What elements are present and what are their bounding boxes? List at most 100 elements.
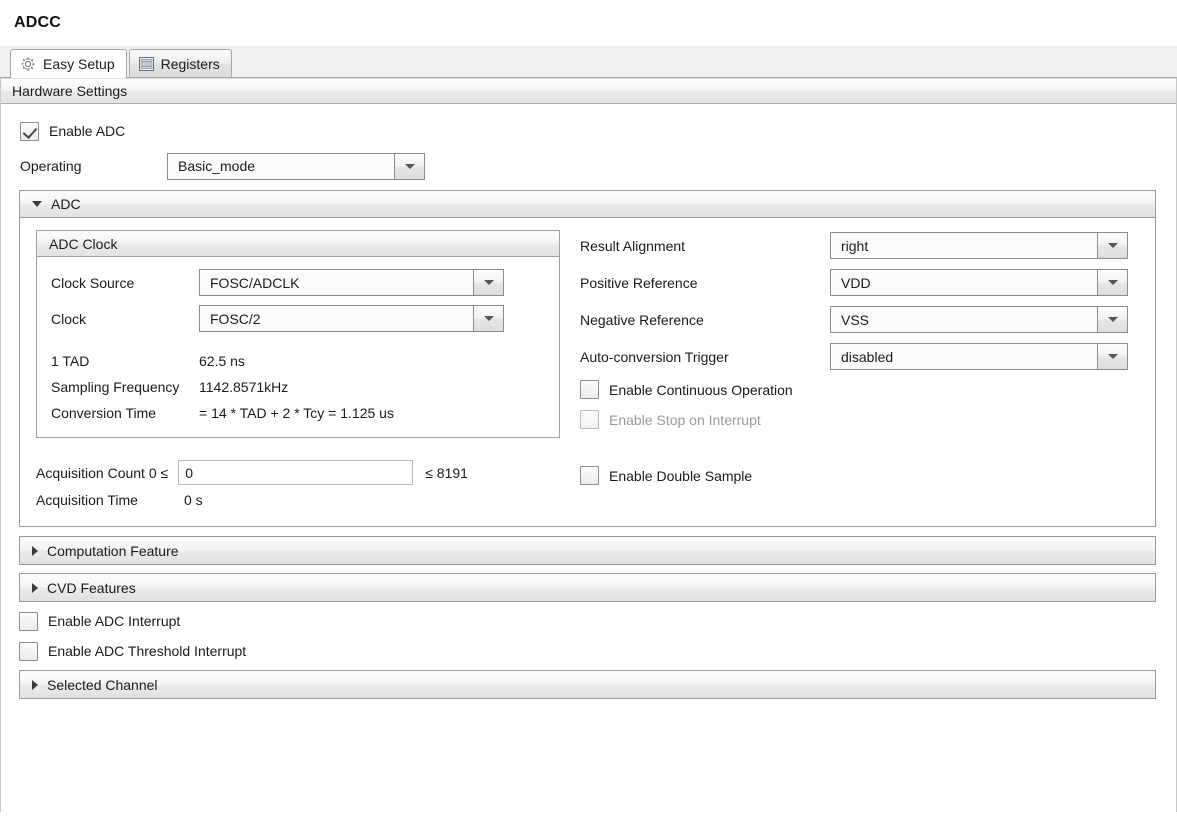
conversion-time-row: Conversion Time = 14 * TAD + 2 * Tcy = 1…: [51, 401, 545, 425]
tad-row: 1 TAD 62.5 ns: [51, 349, 545, 373]
negative-reference-row: Negative Reference VSS: [580, 306, 1141, 333]
section-adc-header[interactable]: ADC: [20, 191, 1155, 218]
chevron-down-icon[interactable]: [473, 306, 503, 331]
auto-conversion-trigger-value: disabled: [831, 344, 1097, 369]
tab-easy-setup-label: Easy Setup: [43, 56, 115, 72]
acquisition-count-row: Acquisition Count 0 ≤ ≤ 8191: [36, 460, 560, 485]
adc-right-column: Result Alignment right Positive Referenc…: [560, 230, 1141, 438]
enable-adc-threshold-interrupt-label: Enable ADC Threshold Interrupt: [48, 643, 247, 659]
section-computation-feature-header[interactable]: Computation Feature: [20, 537, 1155, 564]
auto-conversion-trigger-select[interactable]: disabled: [830, 343, 1128, 370]
auto-conversion-trigger-row: Auto-conversion Trigger disabled: [580, 343, 1141, 370]
chevron-down-icon[interactable]: [1097, 270, 1127, 295]
checkbox-box: [19, 611, 38, 631]
checkbox-box: [580, 410, 599, 429]
enable-double-sample-label: Enable Double Sample: [609, 467, 753, 484]
section-adc-body: ADC Clock Clock Source FOSC/ADCLK Clock …: [20, 218, 1155, 526]
adc-clock-group: ADC Clock Clock Source FOSC/ADCLK Clock …: [36, 230, 560, 438]
sampling-frequency-row: Sampling Frequency 1142.8571kHz: [51, 375, 545, 399]
adc-columns: ADC Clock Clock Source FOSC/ADCLK Clock …: [20, 218, 1155, 454]
chevron-down-icon: [32, 201, 42, 207]
enable-continuous-operation-label: Enable Continuous Operation: [609, 381, 793, 398]
operating-label: Operating: [20, 158, 82, 174]
enable-adc-threshold-interrupt-checkbox[interactable]: Enable ADC Threshold Interrupt: [1, 636, 1176, 666]
acquisition-count-label: Acquisition Count 0 ≤: [36, 464, 169, 481]
acquisition-left: Acquisition Count 0 ≤ ≤ 8191 Acquisition…: [36, 454, 560, 508]
acquisition-count-input[interactable]: [178, 460, 414, 485]
sampling-frequency-label: Sampling Frequency: [51, 379, 180, 395]
clock-source-select[interactable]: FOSC/ADCLK: [199, 269, 504, 296]
adc-left-column: ADC Clock Clock Source FOSC/ADCLK Clock …: [36, 230, 560, 438]
enable-adc-checkbox[interactable]: Enable ADC: [20, 121, 126, 141]
content-frame: Hardware Settings Enable ADC Operating B…: [0, 78, 1177, 812]
checkbox-box: [580, 380, 599, 399]
section-cvd-features: CVD Features: [19, 573, 1156, 602]
positive-reference-select[interactable]: VDD: [830, 269, 1128, 296]
page-title: ADCC: [14, 14, 62, 31]
hardware-settings-label: Hardware Settings: [12, 83, 128, 99]
negative-reference-select[interactable]: VSS: [830, 306, 1128, 333]
acquisition-time-row: Acquisition Time 0 s: [36, 492, 560, 508]
chevron-down-icon[interactable]: [1097, 307, 1127, 332]
acquisition-block: Acquisition Count 0 ≤ ≤ 8191 Acquisition…: [20, 454, 1155, 508]
acquisition-count-max-label: ≤ 8191: [425, 464, 468, 481]
section-selected-channel-label: Selected Channel: [47, 676, 158, 693]
enable-adc-interrupt-label: Enable ADC Interrupt: [48, 613, 181, 629]
chevron-down-icon[interactable]: [394, 153, 424, 179]
checkbox-box: [580, 466, 599, 485]
clock-select[interactable]: FOSC/2: [199, 305, 504, 332]
chevron-down-icon[interactable]: [1097, 344, 1127, 369]
tab-easy-setup[interactable]: Easy Setup: [10, 49, 127, 78]
section-computation-feature-label: Computation Feature: [47, 542, 179, 559]
clock-value: FOSC/2: [200, 306, 473, 331]
enable-continuous-operation-checkbox[interactable]: Enable Continuous Operation: [580, 380, 1141, 399]
checkbox-box: [20, 121, 39, 141]
gear-icon: [20, 56, 36, 72]
section-adc-label: ADC: [51, 196, 81, 212]
chevron-right-icon: [32, 582, 38, 593]
enable-adc-interrupt-checkbox[interactable]: Enable ADC Interrupt: [1, 606, 1176, 636]
conversion-time-label: Conversion Time: [51, 405, 157, 421]
registers-icon: [138, 56, 154, 71]
operating-row: Operating Basic_mode: [1, 150, 1176, 182]
checkbox-box: [19, 641, 38, 661]
result-alignment-row: Result Alignment right: [580, 232, 1141, 259]
enable-adc-label: Enable ADC: [49, 123, 126, 139]
chevron-down-icon[interactable]: [1097, 233, 1127, 258]
title-bar: ADCC: [0, 0, 1177, 46]
acquisition-time-label: Acquisition Time: [36, 492, 138, 508]
chevron-down-icon[interactable]: [473, 270, 503, 295]
tad-value: 62.5 ns: [199, 353, 245, 369]
positive-reference-row: Positive Reference VDD: [580, 269, 1141, 296]
section-cvd-features-header[interactable]: CVD Features: [20, 574, 1155, 601]
section-selected-channel: Selected Channel: [19, 670, 1156, 699]
result-alignment-label: Result Alignment: [580, 237, 686, 254]
adc-clock-group-body: Clock Source FOSC/ADCLK Clock FOSC/2 1 T…: [37, 257, 559, 437]
result-alignment-select[interactable]: right: [830, 232, 1128, 259]
section-selected-channel-header[interactable]: Selected Channel: [20, 671, 1155, 698]
enable-double-sample-checkbox[interactable]: Enable Double Sample: [580, 466, 1141, 485]
clock-row: Clock FOSC/2: [51, 305, 545, 332]
clock-source-row: Clock Source FOSC/ADCLK: [51, 269, 545, 296]
result-alignment-value: right: [831, 233, 1097, 258]
tab-registers[interactable]: Registers: [128, 49, 232, 77]
negative-reference-label: Negative Reference: [580, 311, 704, 328]
positive-reference-value: VDD: [831, 270, 1097, 295]
positive-reference-label: Positive Reference: [580, 274, 698, 291]
operating-mode-value: Basic_mode: [168, 153, 394, 179]
enable-adc-row: Enable ADC: [1, 114, 1176, 148]
clock-source-label: Clock Source: [51, 274, 135, 291]
chevron-right-icon: [32, 545, 38, 556]
section-computation-feature: Computation Feature: [19, 536, 1156, 565]
adc-clock-group-label: ADC Clock: [49, 235, 118, 252]
tab-strip: Easy Setup Registers: [0, 46, 1177, 78]
enable-stop-on-interrupt-checkbox: Enable Stop on Interrupt: [580, 410, 1141, 429]
negative-reference-value: VSS: [831, 307, 1097, 332]
clock-label: Clock: [51, 310, 87, 327]
enable-stop-on-interrupt-label: Enable Stop on Interrupt: [609, 411, 761, 428]
acquisition-right: Enable Double Sample: [560, 454, 1141, 508]
operating-mode-select[interactable]: Basic_mode: [167, 152, 425, 180]
clock-source-value: FOSC/ADCLK: [200, 270, 473, 295]
auto-conversion-trigger-label: Auto-conversion Trigger: [580, 348, 729, 365]
hardware-settings-bar: Hardware Settings: [1, 78, 1176, 104]
